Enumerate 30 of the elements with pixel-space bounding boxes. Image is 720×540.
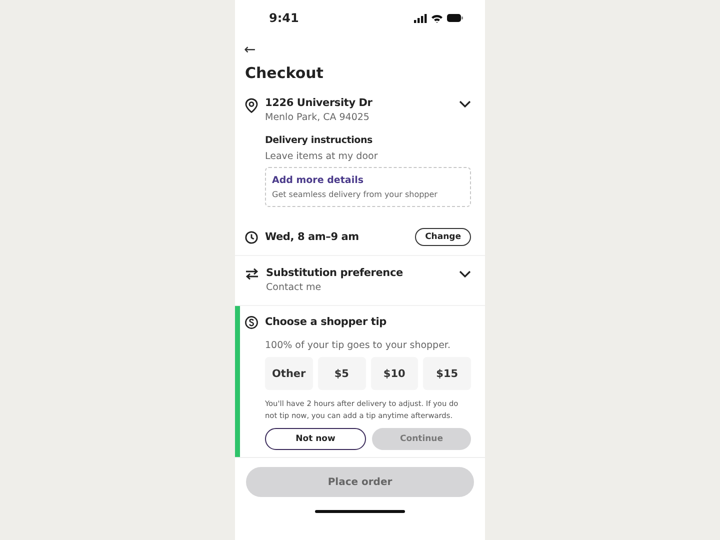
clock-icon — [245, 231, 258, 244]
tip-subtitle: 100% of your tip goes to your shopper. — [265, 340, 452, 351]
signal-icon — [414, 14, 427, 22]
chevron-icon[interactable] — [459, 270, 471, 278]
swap-arrows-icon — [245, 268, 259, 280]
substitution-title: Substitution preference — [266, 267, 404, 279]
location-pin-icon — [245, 98, 258, 113]
address-line: 1226 University Dr — [265, 97, 374, 109]
address-city: Menlo Park, CA 94025 — [265, 112, 370, 123]
details-link[interactable]: Add more details — [272, 175, 464, 186]
tip-option[interactable]: $10 — [370, 357, 418, 390]
battery-icon — [447, 14, 463, 22]
tip-option[interactable]: Other — [265, 357, 313, 390]
substitution-value: Contact me — [266, 282, 322, 293]
instructions-label: Delivery instructions — [265, 135, 374, 146]
back-button[interactable]: ← — [244, 44, 258, 56]
tip-option[interactable]: $15 — [423, 357, 471, 390]
delivery-time: Wed, 8 am–9 am — [265, 231, 360, 243]
details-card[interactable]: Add more details Get seamless delivery from your shopper — [265, 167, 471, 207]
details-hint: Get seamless delivery from your shopper — [272, 190, 438, 199]
change-button[interactable]: Change — [415, 228, 471, 246]
dollar-circle-icon — [245, 316, 258, 329]
tip-title: Choose a shopper tip — [265, 316, 386, 328]
not-now-button[interactable]: Not now — [265, 428, 366, 450]
status-time: 9:41 — [269, 11, 299, 25]
chevron-icon[interactable] — [459, 100, 471, 108]
page-title: Checkout — [245, 64, 324, 82]
tip-option[interactable]: $5 — [318, 357, 366, 390]
wifi-icon — [431, 14, 443, 22]
instructions-text: Leave items at my door — [265, 151, 379, 162]
